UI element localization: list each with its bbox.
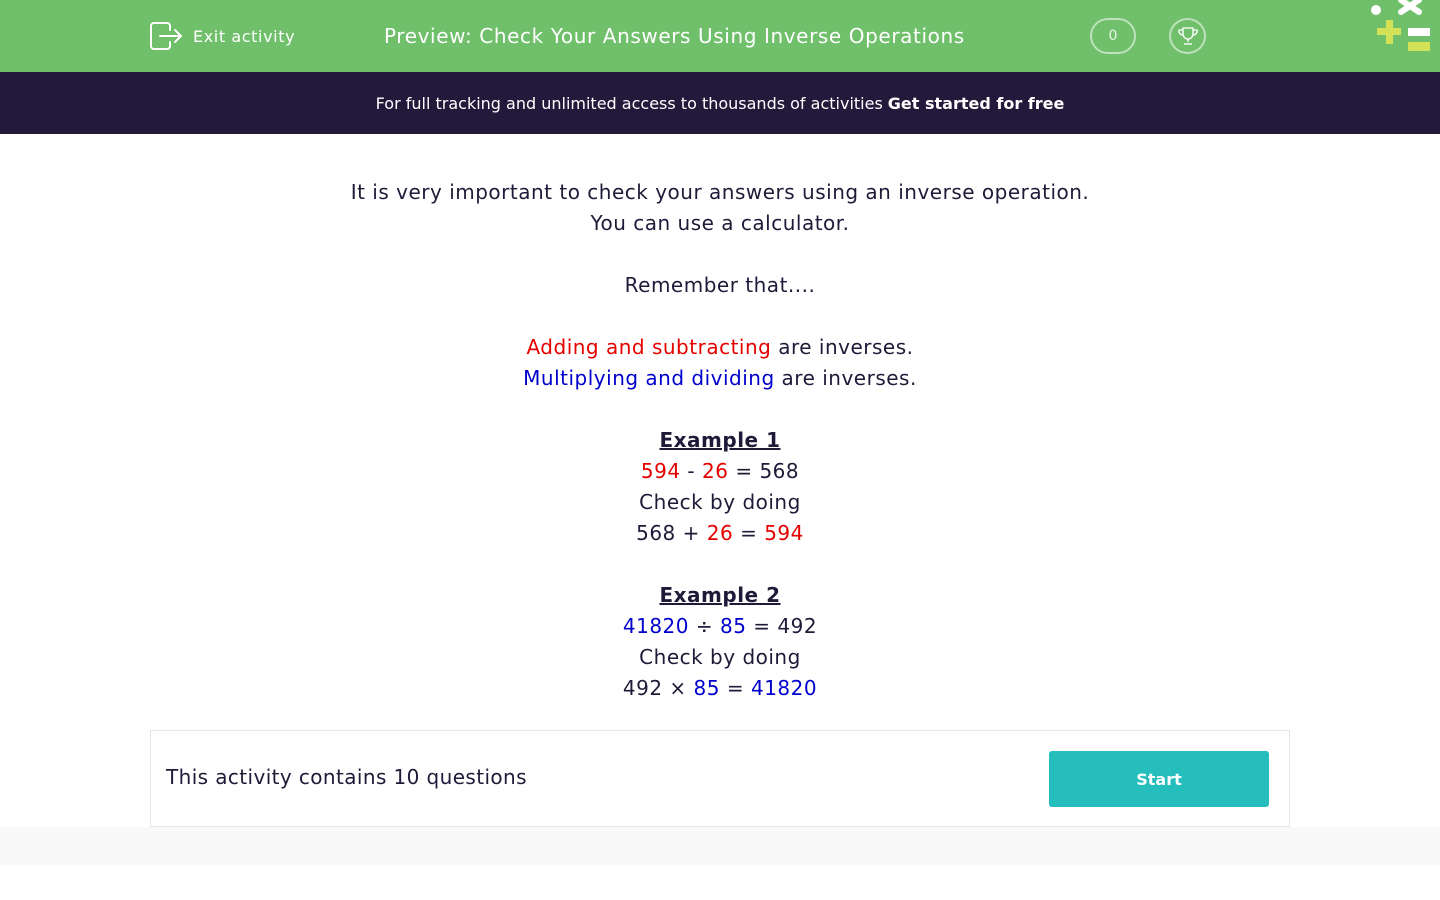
mul-div-term: Multiplying and dividing <box>523 366 775 390</box>
ex2-b: 85 <box>719 614 747 638</box>
page-title: Preview: Check Your Answers Using Invers… <box>384 24 965 48</box>
example-2-check-equation: 492 × 85 = 41820 <box>0 673 1440 704</box>
ex2-d: 85 <box>693 676 720 700</box>
trophy-icon <box>1177 27 1198 45</box>
activity-footer: This activity contains 10 questions Star… <box>150 730 1290 827</box>
are-inverses-text: are inverses. <box>781 366 917 390</box>
example-1-check-label: Check by doing <box>639 490 801 514</box>
top-bar: Exit activity Preview: Check Your Answer… <box>0 0 1440 72</box>
ex2-e: 41820 <box>750 676 818 700</box>
exit-icon <box>150 22 182 50</box>
intro-line-2: You can use a calculator. <box>590 211 850 235</box>
example-1-heading: Example 1 <box>659 428 781 452</box>
banner-text: For full tracking and unlimited access t… <box>375 93 883 113</box>
remember-line: Remember that.... <box>624 273 816 297</box>
ex2-a: 41820 <box>622 614 689 638</box>
intro-line-1: It is very important to check your answe… <box>350 180 1090 204</box>
ex2-eq2: = <box>726 676 745 700</box>
example-2-heading: Example 2 <box>659 583 781 607</box>
start-button[interactable]: Start <box>1049 751 1269 807</box>
ex1-eq: = <box>735 459 753 483</box>
are-inverses-text: are inverses. <box>778 335 914 359</box>
exit-activity-button[interactable]: Exit activity <box>150 22 295 50</box>
ex1-eq2: = <box>740 521 758 545</box>
ex2-eq: = <box>753 614 771 638</box>
ex2-result: 492 <box>777 614 818 638</box>
ex1-a: 594 <box>640 459 681 483</box>
exit-label: Exit activity <box>193 26 296 46</box>
ex1-e: 594 <box>764 521 804 545</box>
ex1-op1: - <box>687 459 696 483</box>
get-started-link[interactable]: Get started for free <box>888 94 1065 113</box>
add-sub-term: Adding and subtracting <box>526 335 772 359</box>
ex2-op1: ÷ <box>695 614 714 638</box>
instructions: It is very important to check your answe… <box>0 177 1440 704</box>
example-1-check-equation: 568 + 26 = 594 <box>0 518 1440 549</box>
score-badge: 0 <box>1090 18 1136 54</box>
logo-icon <box>1371 0 1430 51</box>
example-2-check-label: Check by doing <box>639 645 801 669</box>
footer-strip <box>0 827 1440 865</box>
add-sub-line: Adding and subtracting are inverses. <box>0 332 1440 363</box>
mul-div-line: Multiplying and dividing are inverses. <box>0 363 1440 394</box>
ex1-c: 568 <box>636 521 676 545</box>
ex1-op2: + <box>682 521 700 545</box>
ex1-b: 26 <box>702 459 729 483</box>
ex2-c: 492 <box>622 676 663 700</box>
ex1-d: 26 <box>706 521 734 545</box>
trophy-button[interactable] <box>1169 18 1206 54</box>
question-count: This activity contains 10 questions <box>166 765 527 789</box>
ex2-op2: × <box>669 676 687 700</box>
ex1-result: 568 <box>759 459 800 483</box>
promo-banner: For full tracking and unlimited access t… <box>0 72 1440 134</box>
example-1-equation: 594 - 26 = 568 <box>0 456 1440 487</box>
example-2-equation: 41820 ÷ 85 = 492 <box>0 611 1440 642</box>
